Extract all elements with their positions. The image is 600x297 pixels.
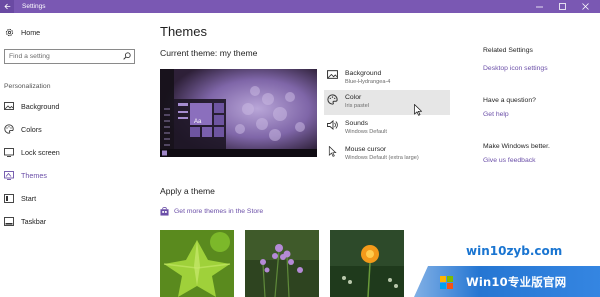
taskbar-icon bbox=[4, 216, 14, 226]
search-placeholder: Find a setting bbox=[9, 53, 50, 60]
theme-preview-image bbox=[160, 69, 317, 157]
image-icon bbox=[4, 101, 14, 111]
speaker-icon bbox=[324, 116, 340, 141]
sidebar-item-label: Themes bbox=[21, 170, 47, 180]
store-link[interactable]: Get more themes in the Store bbox=[160, 207, 263, 216]
option-value: Blue-Hydrangea-4 bbox=[345, 79, 391, 85]
title-bar: Settings bbox=[0, 0, 600, 13]
palette-icon bbox=[4, 124, 14, 134]
maximize-button[interactable] bbox=[553, 0, 571, 13]
theme-thumbnail-1[interactable] bbox=[160, 230, 234, 297]
gear-icon bbox=[4, 27, 14, 37]
theme-thumbnail-image bbox=[330, 230, 404, 297]
option-value: Iris pastel bbox=[345, 103, 369, 109]
sidebar-item-label: Lock screen bbox=[21, 147, 60, 157]
sidebar-item-start[interactable]: Start bbox=[4, 193, 36, 203]
close-icon bbox=[581, 3, 589, 10]
sidebar-item-label: Start bbox=[21, 193, 37, 203]
theme-thumbnail-image bbox=[160, 230, 234, 297]
search-input[interactable]: Find a setting bbox=[4, 49, 135, 64]
sidebar-item-colors[interactable]: Colors bbox=[4, 124, 42, 134]
start-icon bbox=[4, 193, 14, 203]
store-link-label: Get more themes in the Store bbox=[174, 208, 264, 215]
theme-option-color[interactable]: Color Iris pastel bbox=[324, 90, 450, 116]
maximize-icon bbox=[558, 3, 566, 10]
sidebar: Home Find a setting Personalization Back… bbox=[0, 13, 138, 297]
minimize-icon bbox=[535, 6, 543, 8]
page-title: Themes bbox=[160, 24, 207, 39]
close-button[interactable] bbox=[576, 0, 594, 13]
sidebar-item-themes[interactable]: Themes bbox=[4, 170, 47, 180]
back-button[interactable] bbox=[0, 0, 14, 13]
get-help-link[interactable]: Get help bbox=[483, 111, 509, 118]
lock-screen-icon bbox=[4, 147, 14, 157]
feedback-heading: Make Windows better. bbox=[483, 143, 550, 150]
search-icon[interactable] bbox=[123, 52, 131, 62]
themes-icon bbox=[4, 170, 14, 180]
theme-thumbnail-2[interactable] bbox=[245, 230, 319, 297]
preview-tile-text: Aa bbox=[194, 119, 202, 125]
section-label: Personalization bbox=[4, 83, 51, 90]
theme-thumbnail-3[interactable] bbox=[330, 230, 404, 297]
sidebar-item-background[interactable]: Background bbox=[4, 101, 59, 111]
current-theme-heading: Current theme: my theme bbox=[160, 48, 258, 58]
cursor-icon bbox=[324, 142, 340, 167]
sidebar-item-label: Background bbox=[21, 101, 60, 111]
sidebar-item-label: Colors bbox=[21, 124, 42, 134]
option-name: Sounds bbox=[345, 120, 369, 127]
mouse-cursor-icon bbox=[414, 104, 422, 116]
window-title: Settings bbox=[22, 3, 46, 10]
option-value: Windows Default (extra large) bbox=[345, 155, 419, 161]
sidebar-item-taskbar[interactable]: Taskbar bbox=[4, 216, 46, 226]
related-settings-heading: Related Settings bbox=[483, 47, 533, 54]
option-name: Color bbox=[345, 94, 362, 101]
desktop-icon-settings-link[interactable]: Desktop icon settings bbox=[483, 65, 548, 72]
option-name: Mouse cursor bbox=[345, 146, 387, 153]
sidebar-item-label: Taskbar bbox=[21, 216, 47, 226]
store-bag-icon bbox=[160, 207, 169, 216]
option-value: Windows Default bbox=[345, 129, 387, 135]
option-name: Background bbox=[345, 70, 382, 77]
watermark-site: win10zyb.com bbox=[466, 244, 563, 258]
theme-option-mouse-cursor[interactable]: Mouse cursor Windows Default (extra larg… bbox=[324, 142, 450, 167]
palette-icon bbox=[324, 90, 340, 115]
sidebar-item-home[interactable]: Home bbox=[4, 27, 40, 37]
question-heading: Have a question? bbox=[483, 97, 536, 104]
theme-option-background[interactable]: Background Blue-Hydrangea-4 bbox=[324, 66, 450, 91]
theme-option-sounds[interactable]: Sounds Windows Default bbox=[324, 116, 450, 141]
give-feedback-link[interactable]: Give us feedback bbox=[483, 157, 536, 164]
image-icon bbox=[324, 66, 340, 91]
minimize-button[interactable] bbox=[530, 0, 548, 13]
watermark-text: Win10专业版官网 bbox=[466, 275, 567, 289]
sidebar-item-label: Home bbox=[21, 27, 41, 37]
theme-thumbnail-image bbox=[245, 230, 319, 297]
theme-preview: Aa bbox=[160, 69, 317, 157]
back-arrow-icon bbox=[3, 3, 10, 10]
apply-theme-heading: Apply a theme bbox=[160, 186, 215, 196]
sidebar-item-lock-screen[interactable]: Lock screen bbox=[4, 147, 60, 157]
